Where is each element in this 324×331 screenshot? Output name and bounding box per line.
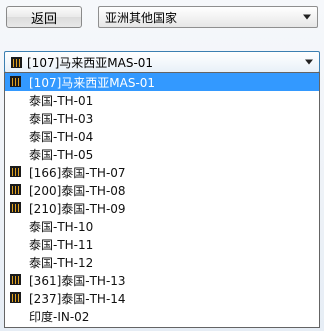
station-bars-icon <box>10 202 21 213</box>
list-item-label: [237]泰国-TH-14 <box>29 291 126 306</box>
station-bars-icon <box>11 56 22 68</box>
station-bars-icon <box>10 292 21 303</box>
station-bars-icon <box>10 76 21 87</box>
list-item[interactable]: 泰国-TH-05 <box>5 145 319 163</box>
list-item-label: [210]泰国-TH-09 <box>29 201 126 216</box>
list-item[interactable]: 泰国-TH-03 <box>5 109 319 127</box>
station-select[interactable]: [107]马来西亚MAS-01 <box>4 51 320 73</box>
list-item[interactable]: [166]泰国-TH-07 <box>5 163 319 181</box>
chevron-down-icon[interactable] <box>303 14 311 20</box>
list-item-label: [361]泰国-TH-13 <box>29 273 126 288</box>
list-item[interactable]: 泰国-TH-04 <box>5 127 319 145</box>
list-item-label: 泰国-TH-10 <box>29 219 94 234</box>
station-select-value: [107]马来西亚MAS-01 <box>27 55 154 70</box>
list-item[interactable]: 泰国-TH-11 <box>5 235 319 253</box>
list-item-label: [107]马来西亚MAS-01 <box>29 75 156 90</box>
station-bars-icon <box>10 166 21 177</box>
list-item-label: 印度-IN-02 <box>29 309 90 324</box>
list-item[interactable]: [210]泰国-TH-09 <box>5 199 319 217</box>
station-bars-icon <box>10 184 21 195</box>
station-bars-icon <box>10 274 21 285</box>
list-item[interactable]: [200]泰国-TH-08 <box>5 181 319 199</box>
station-dropdown-list[interactable]: [107]马来西亚MAS-01 泰国-TH-01 泰国-TH-03 泰国-TH-04 泰… <box>4 72 320 328</box>
chevron-down-icon[interactable] <box>305 59 313 65</box>
list-item-label: 泰国-TH-01 <box>29 93 94 108</box>
list-item[interactable]: 泰国-TH-10 <box>5 217 319 235</box>
list-item-label: [200]泰国-TH-08 <box>29 183 126 198</box>
list-item-label: [166]泰国-TH-07 <box>29 165 126 180</box>
list-item[interactable]: [107]马来西亚MAS-01 <box>5 73 319 91</box>
list-item[interactable]: 印度-IN-02 <box>5 307 319 325</box>
list-item[interactable]: 泰国-TH-01 <box>5 91 319 109</box>
back-button[interactable]: 返回 <box>6 6 82 28</box>
region-select-value: 亚洲其他国家 <box>105 10 178 25</box>
region-select[interactable]: 亚洲其他国家 <box>98 6 318 28</box>
list-item-label: 泰国-TH-04 <box>29 129 94 144</box>
list-item[interactable]: 泰国-TH-12 <box>5 253 319 271</box>
list-item-label: 泰国-TH-03 <box>29 111 94 126</box>
list-item-label: 泰国-TH-12 <box>29 255 94 270</box>
list-item-label: 泰国-TH-11 <box>29 237 94 252</box>
list-item-label: 泰国-TH-05 <box>29 147 94 162</box>
list-item[interactable]: [237]泰国-TH-14 <box>5 289 319 307</box>
list-item[interactable]: [361]泰国-TH-13 <box>5 271 319 289</box>
